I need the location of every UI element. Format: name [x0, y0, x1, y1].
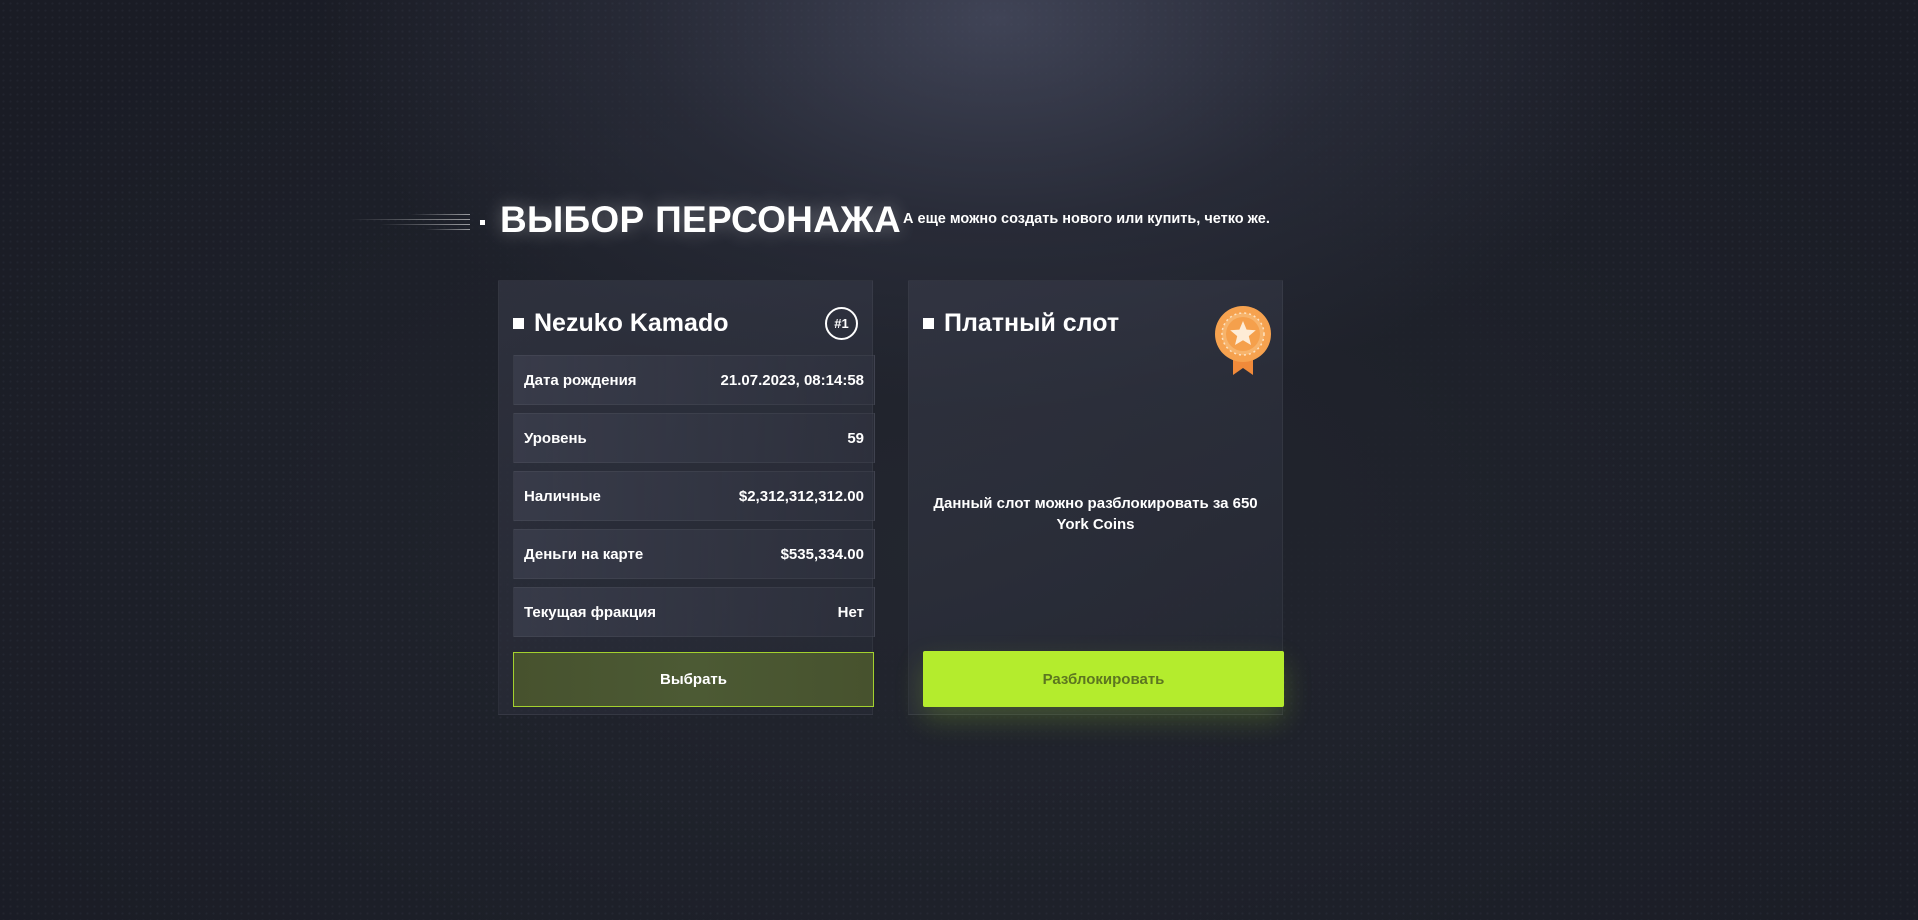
character-card-header: Nezuko Kamado #1 [513, 305, 858, 341]
info-label: Текущая фракция [524, 603, 657, 621]
info-row-level: Уровень 59 [513, 413, 875, 463]
medal-icon [1215, 306, 1271, 375]
info-row-cash: Наличные $2,312,312,312.00 [513, 471, 875, 521]
paid-slot-title: Платный слот [944, 308, 1120, 337]
info-label: Дата рождения [524, 371, 637, 389]
info-value: 21.07.2023, 08:14:58 [720, 371, 864, 389]
character-info-list: Дата рождения 21.07.2023, 08:14:58 Урове… [513, 355, 875, 645]
info-value: $2,312,312,312.00 [738, 487, 864, 505]
unlock-description: Данный слот можно разблокировать за 650 … [933, 495, 1258, 533]
info-row-faction: Текущая фракция Нет [513, 587, 875, 637]
paid-slot-card[interactable]: Платный слот Данный слот можно разблокир… [908, 280, 1284, 715]
page-header: ВЫБОР ПЕРСОНАЖА А еще можно создать ново… [350, 195, 1270, 245]
character-name: Nezuko Kamado [534, 308, 729, 337]
title-dot [480, 219, 485, 225]
page-subtitle: А еще можно создать нового или купить, ч… [903, 211, 1270, 227]
character-card[interactable]: Nezuko Kamado #1 Дата рождения 21.07.202… [498, 280, 875, 715]
unlock-slot-button[interactable]: Разблокировать [923, 651, 1284, 707]
info-label: Уровень [524, 429, 587, 447]
page-title: ВЫБОР ПЕРСОНАЖА [500, 199, 901, 240]
speed-lines-decoration [350, 205, 470, 235]
info-value: $535,334.00 [780, 545, 864, 563]
square-bullet-icon [513, 317, 524, 329]
select-character-button[interactable]: Выбрать [513, 652, 874, 707]
info-value: 59 [847, 429, 864, 447]
info-label: Наличные [524, 487, 601, 505]
info-row-birthdate: Дата рождения 21.07.2023, 08:14:58 [513, 355, 875, 405]
info-value: Нет [837, 603, 864, 621]
square-bullet-icon [923, 317, 934, 329]
info-label: Деньги на карте [524, 545, 644, 563]
character-number-badge: #1 [825, 306, 858, 340]
info-row-card-money: Деньги на карте $535,334.00 [513, 529, 875, 579]
